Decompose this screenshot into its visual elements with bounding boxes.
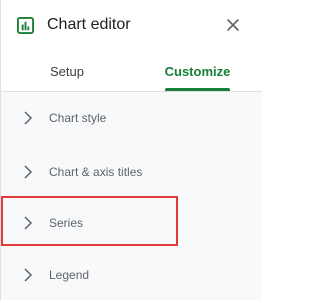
active-tab-indicator [165, 88, 230, 91]
section-label: Series [49, 216, 84, 230]
tab-customize-label: Customize [164, 64, 231, 79]
section-chart-axis-titles[interactable]: Chart & axis titles [1, 146, 262, 200]
chevron-right-icon [24, 216, 33, 230]
section-series[interactable]: Series [1, 197, 262, 251]
page-title: Chart editor [47, 16, 131, 33]
section-label: Legend [49, 268, 90, 282]
close-icon[interactable] [226, 18, 240, 32]
customize-sections: Chart style Chart & axis titles Series L… [1, 92, 262, 300]
chevron-right-icon [24, 165, 33, 179]
section-label: Chart style [49, 111, 107, 125]
section-legend[interactable]: Legend [1, 249, 262, 303]
section-chart-style[interactable]: Chart style [1, 92, 262, 146]
tab-setup[interactable]: Setup [1, 52, 133, 91]
chevron-right-icon [24, 268, 33, 282]
chart-editor-panel: Chart editor Setup Customize Chart style… [0, 0, 262, 300]
chart-icon [17, 17, 34, 34]
editor-tabs: Setup Customize [1, 52, 262, 92]
chart-editor-header: Chart editor [1, 0, 262, 52]
tab-customize[interactable]: Customize [133, 52, 262, 91]
chevron-right-icon [24, 111, 33, 125]
section-label: Chart & axis titles [49, 165, 143, 179]
tab-setup-label: Setup [50, 64, 84, 79]
